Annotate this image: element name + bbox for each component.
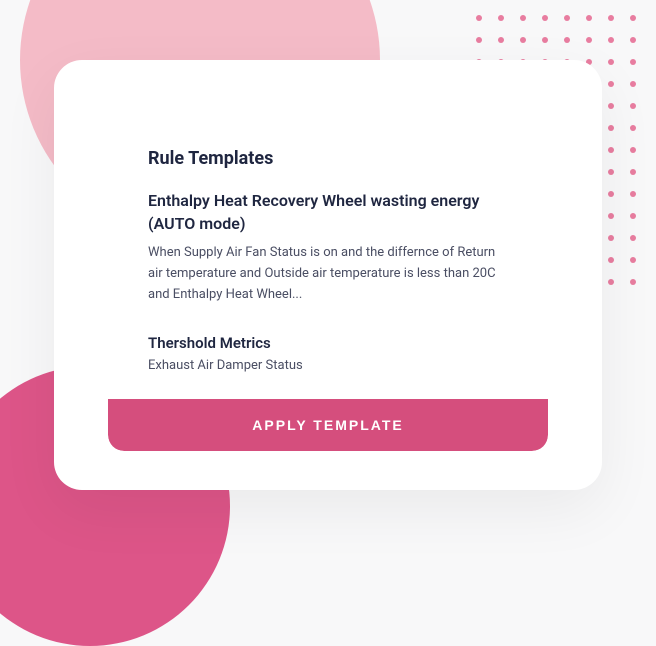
threshold-metrics-value: Exhaust Air Damper Status <box>148 358 508 373</box>
outer-card: Rule Templates Enthalpy Heat Recovery Wh… <box>54 60 602 490</box>
rule-description: When Supply Air Fan Status is on and the… <box>148 243 508 305</box>
apply-template-button[interactable]: APPLY TEMPLATE <box>108 399 548 451</box>
template-card: Rule Templates Enthalpy Heat Recovery Wh… <box>108 116 548 451</box>
rule-title: Enthalpy Heat Recovery Wheel wasting ene… <box>148 189 508 235</box>
section-title: Rule Templates <box>148 148 508 169</box>
threshold-metrics-title: Thershold Metrics <box>148 334 508 352</box>
card-content: Rule Templates Enthalpy Heat Recovery Wh… <box>108 116 548 399</box>
